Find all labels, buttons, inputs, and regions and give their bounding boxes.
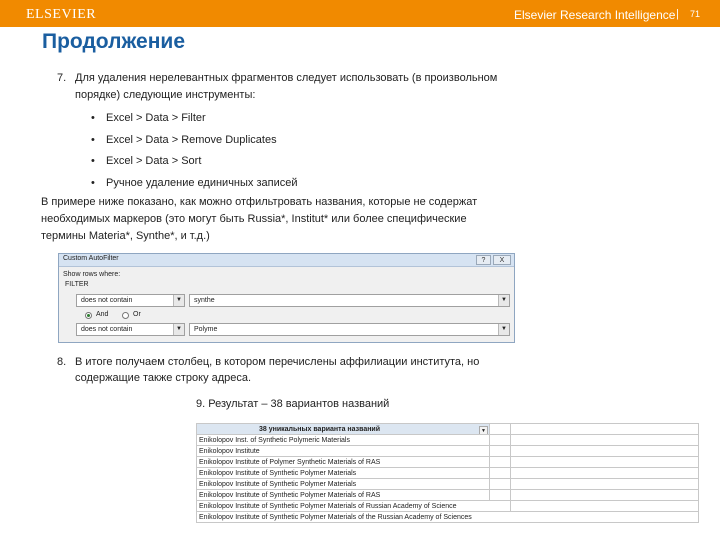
table-row: Enikolopov Institute of Polymer Syntheti… bbox=[196, 456, 699, 468]
step-8-number: 8. bbox=[57, 356, 67, 368]
table-row: Enikolopov Institute of Synthetic Polyme… bbox=[196, 478, 699, 490]
table-cell: Enikolopov Institute bbox=[196, 445, 490, 457]
table-row: Enikolopov Institute of Synthetic Polyme… bbox=[196, 500, 699, 512]
and-label: And bbox=[96, 311, 109, 318]
operator-2-value: does not contain bbox=[81, 326, 133, 333]
table-row: Enikolopov Institute of Synthetic Polyme… bbox=[196, 467, 699, 479]
filter-dropdown-icon[interactable]: ▼ bbox=[479, 425, 488, 434]
example-line-1: В примере ниже показано, как можно отфил… bbox=[41, 196, 478, 208]
brand-name: Elsevier Research Intelligence bbox=[514, 8, 676, 22]
help-button[interactable]: ? bbox=[476, 255, 491, 265]
and-radio[interactable] bbox=[85, 312, 92, 319]
page-number: 71 bbox=[690, 9, 701, 19]
step-8-line-1: В итоге получаем столбец, в котором пере… bbox=[75, 356, 480, 368]
table-row: Enikolopov Institute of Synthetic Polyme… bbox=[196, 489, 699, 501]
dialog-title: Custom AutoFilter bbox=[63, 255, 119, 262]
or-label: Or bbox=[133, 311, 141, 318]
header-bar: ELSEVIER Elsevier Research Intelligence … bbox=[0, 0, 720, 27]
empty-cell bbox=[510, 500, 699, 512]
bullet-icon: • bbox=[91, 177, 95, 189]
example-line-2: необходимых маркеров (это могут быть Rus… bbox=[41, 213, 467, 225]
bullet-icon: • bbox=[91, 134, 95, 146]
step-8-line-2: содержащие также строку адреса. bbox=[75, 372, 252, 384]
empty-cell bbox=[489, 467, 511, 479]
step-7-number: 7. bbox=[57, 72, 67, 84]
table-row: Enikolopov Institute bbox=[196, 445, 699, 457]
table-cell: Enikolopov Institute of Synthetic Polyme… bbox=[196, 467, 490, 479]
table-cell: Enikolopov Institute of Polymer Syntheti… bbox=[196, 456, 490, 468]
empty-cell bbox=[489, 434, 511, 446]
field-name-label: FILTER bbox=[65, 281, 89, 288]
example-line-3: термины Materia*, Synthe*, и т.д.) bbox=[41, 230, 210, 242]
bullet-icon: • bbox=[91, 112, 95, 124]
empty-cell bbox=[510, 434, 699, 446]
value-1-combo[interactable]: synthe ▼ bbox=[189, 294, 510, 307]
or-radio[interactable] bbox=[122, 312, 129, 319]
bullet-item: Excel > Data > Remove Duplicates bbox=[106, 134, 277, 146]
custom-autofilter-dialog: Custom AutoFilter ? X Show rows where: F… bbox=[58, 253, 515, 343]
empty-cell bbox=[510, 445, 699, 457]
empty-cell bbox=[510, 478, 699, 490]
table-header-row: 38 уникальных варианта названий ▼ bbox=[196, 423, 699, 435]
bullet-item: Ручное удаление единичных записей bbox=[106, 177, 298, 189]
show-rows-label: Show rows where: bbox=[63, 271, 121, 278]
value-2-text: Polyme bbox=[194, 326, 218, 333]
value-1-text: synthe bbox=[194, 297, 215, 304]
table-header: 38 уникальных варианта названий ▼ bbox=[196, 423, 490, 435]
bullet-item: Excel > Data > Sort bbox=[106, 155, 202, 167]
step-9-result: 9. Результат – 38 вариантов названий bbox=[196, 398, 390, 410]
chevron-down-icon[interactable]: ▼ bbox=[498, 324, 509, 335]
header-separator: | bbox=[676, 8, 679, 20]
empty-cell bbox=[489, 423, 511, 435]
empty-cell bbox=[489, 445, 511, 457]
table-row: Enikolopov Inst. of Synthetic Polymeric … bbox=[196, 434, 699, 446]
operator-1-select[interactable]: does not contain ▼ bbox=[76, 294, 185, 307]
close-button[interactable]: X bbox=[493, 255, 511, 265]
table-cell: Enikolopov Institute of Synthetic Polyme… bbox=[196, 478, 490, 490]
table-row: Enikolopov Institute of Synthetic Polyme… bbox=[196, 511, 699, 523]
table-cell: Enikolopov Institute of Synthetic Polyme… bbox=[196, 489, 490, 501]
step-7-line-1: Для удаления нерелевантных фрагментов сл… bbox=[75, 72, 498, 84]
result-table: 38 уникальных варианта названий ▼ Enikol… bbox=[196, 423, 699, 523]
table-cell: Enikolopov Institute of Synthetic Polyme… bbox=[196, 500, 511, 512]
table-header-label: 38 уникальных варианта названий bbox=[259, 425, 381, 433]
bullet-item: Excel > Data > Filter bbox=[106, 112, 206, 124]
slide-title: Продолжение bbox=[42, 30, 186, 53]
empty-cell bbox=[489, 478, 511, 490]
chevron-down-icon[interactable]: ▼ bbox=[498, 295, 509, 306]
chevron-down-icon[interactable]: ▼ bbox=[173, 295, 184, 306]
empty-cell bbox=[510, 467, 699, 479]
elsevier-logo: ELSEVIER bbox=[26, 7, 97, 22]
empty-cell bbox=[489, 456, 511, 468]
operator-2-select[interactable]: does not contain ▼ bbox=[76, 323, 185, 336]
value-2-combo[interactable]: Polyme ▼ bbox=[189, 323, 510, 336]
empty-cell bbox=[510, 489, 699, 501]
empty-cell bbox=[510, 456, 699, 468]
empty-cell bbox=[489, 489, 511, 501]
table-cell: Enikolopov Inst. of Synthetic Polymeric … bbox=[196, 434, 490, 446]
dialog-title-bar: Custom AutoFilter ? X bbox=[59, 254, 514, 267]
operator-1-value: does not contain bbox=[81, 297, 133, 304]
empty-cell bbox=[510, 423, 699, 435]
table-cell: Enikolopov Institute of Synthetic Polyme… bbox=[196, 511, 699, 523]
chevron-down-icon[interactable]: ▼ bbox=[173, 324, 184, 335]
step-7-line-2: порядке) следующие инструменты: bbox=[75, 89, 256, 101]
bullet-icon: • bbox=[91, 155, 95, 167]
